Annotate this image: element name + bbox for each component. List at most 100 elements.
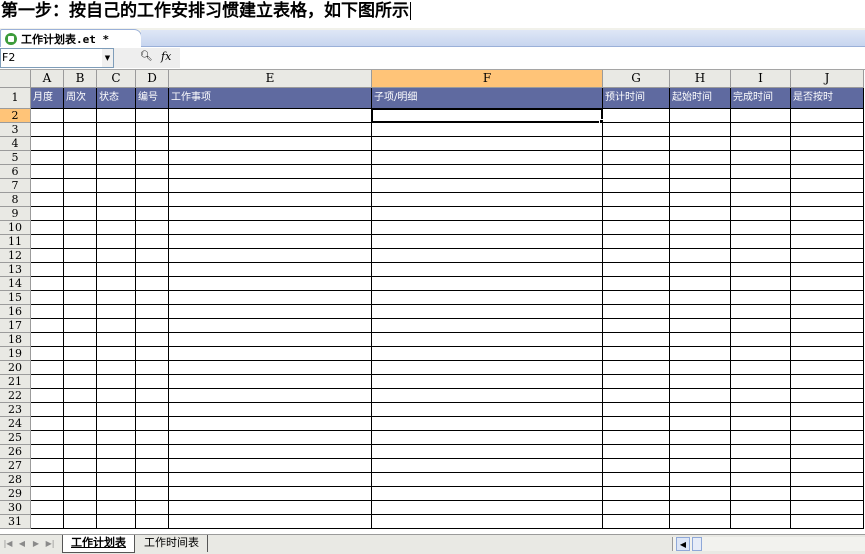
cell-c28[interactable] <box>97 473 136 487</box>
cell-j27[interactable] <box>791 459 864 473</box>
column-header-j[interactable]: J <box>791 70 864 88</box>
cell-g11[interactable] <box>603 235 670 249</box>
cell-e4[interactable] <box>169 137 372 151</box>
scrollbar-thumb[interactable] <box>692 537 702 551</box>
cell-j29[interactable] <box>791 487 864 501</box>
row-header-23[interactable]: 23 <box>0 403 31 417</box>
cell-a25[interactable] <box>31 431 64 445</box>
cell-b8[interactable] <box>64 193 97 207</box>
cell-f24[interactable] <box>372 417 603 431</box>
cell-i26[interactable] <box>731 445 791 459</box>
cell-a17[interactable] <box>31 319 64 333</box>
cell-c22[interactable] <box>97 389 136 403</box>
cell-d29[interactable] <box>136 487 169 501</box>
cell-g22[interactable] <box>603 389 670 403</box>
row-header-25[interactable]: 25 <box>0 431 31 445</box>
cell-a28[interactable] <box>31 473 64 487</box>
row-header-15[interactable]: 15 <box>0 291 31 305</box>
cell-a11[interactable] <box>31 235 64 249</box>
cell-i20[interactable] <box>731 361 791 375</box>
cell-c21[interactable] <box>97 375 136 389</box>
last-sheet-icon[interactable]: ▶| <box>44 538 56 550</box>
cell-g20[interactable] <box>603 361 670 375</box>
cell-d7[interactable] <box>136 179 169 193</box>
cell-h22[interactable] <box>670 389 731 403</box>
cell-g23[interactable] <box>603 403 670 417</box>
cell-f15[interactable] <box>372 291 603 305</box>
cell-a30[interactable] <box>31 501 64 515</box>
cell-g31[interactable] <box>603 515 670 529</box>
cell-b23[interactable] <box>64 403 97 417</box>
cell-j13[interactable] <box>791 263 864 277</box>
cell-i5[interactable] <box>731 151 791 165</box>
column-header-h[interactable]: H <box>670 70 731 88</box>
cell-c31[interactable] <box>97 515 136 529</box>
cell-e29[interactable] <box>169 487 372 501</box>
cell-c27[interactable] <box>97 459 136 473</box>
cell-f30[interactable] <box>372 501 603 515</box>
cell-d30[interactable] <box>136 501 169 515</box>
cell-i22[interactable] <box>731 389 791 403</box>
cell-e15[interactable] <box>169 291 372 305</box>
cell-i13[interactable] <box>731 263 791 277</box>
cell-j2[interactable] <box>791 109 864 123</box>
cell-j30[interactable] <box>791 501 864 515</box>
cell-i21[interactable] <box>731 375 791 389</box>
function-icon[interactable]: fx <box>161 50 175 64</box>
cell-i16[interactable] <box>731 305 791 319</box>
cell-h5[interactable] <box>670 151 731 165</box>
cell-g30[interactable] <box>603 501 670 515</box>
cell-b13[interactable] <box>64 263 97 277</box>
cell-f10[interactable] <box>372 221 603 235</box>
cell-h10[interactable] <box>670 221 731 235</box>
column-header-g[interactable]: G <box>603 70 670 88</box>
cell-h24[interactable] <box>670 417 731 431</box>
formula-input[interactable] <box>181 48 863 68</box>
cell-j14[interactable] <box>791 277 864 291</box>
row-header-28[interactable]: 28 <box>0 473 31 487</box>
cell-f23[interactable] <box>372 403 603 417</box>
cell-j4[interactable] <box>791 137 864 151</box>
cell-i11[interactable] <box>731 235 791 249</box>
cell-g4[interactable] <box>603 137 670 151</box>
cell-f2[interactable] <box>372 109 603 123</box>
cell-g13[interactable] <box>603 263 670 277</box>
cell-j28[interactable] <box>791 473 864 487</box>
cell-b9[interactable] <box>64 207 97 221</box>
cell-c19[interactable] <box>97 347 136 361</box>
cell-g12[interactable] <box>603 249 670 263</box>
cell-j16[interactable] <box>791 305 864 319</box>
cell-b24[interactable] <box>64 417 97 431</box>
column-header-f[interactable]: F <box>372 70 603 88</box>
cell-j19[interactable] <box>791 347 864 361</box>
cell-c18[interactable] <box>97 333 136 347</box>
cell-e21[interactable] <box>169 375 372 389</box>
cell-i25[interactable] <box>731 431 791 445</box>
cell-d22[interactable] <box>136 389 169 403</box>
cell-b21[interactable] <box>64 375 97 389</box>
cell-g29[interactable] <box>603 487 670 501</box>
cell-d12[interactable] <box>136 249 169 263</box>
cell-b31[interactable] <box>64 515 97 529</box>
cell-h2[interactable] <box>670 109 731 123</box>
cell-g5[interactable] <box>603 151 670 165</box>
cell-f18[interactable] <box>372 333 603 347</box>
cell-f28[interactable] <box>372 473 603 487</box>
cell-f11[interactable] <box>372 235 603 249</box>
cell-f22[interactable] <box>372 389 603 403</box>
cell-c9[interactable] <box>97 207 136 221</box>
cell-g24[interactable] <box>603 417 670 431</box>
header-cell-f[interactable]: 子项/明细 <box>372 88 603 109</box>
cell-b30[interactable] <box>64 501 97 515</box>
row-header-20[interactable]: 20 <box>0 361 31 375</box>
cell-e31[interactable] <box>169 515 372 529</box>
cell-c25[interactable] <box>97 431 136 445</box>
cell-g28[interactable] <box>603 473 670 487</box>
cell-d20[interactable] <box>136 361 169 375</box>
cell-j18[interactable] <box>791 333 864 347</box>
cell-j23[interactable] <box>791 403 864 417</box>
cell-e9[interactable] <box>169 207 372 221</box>
cell-c14[interactable] <box>97 277 136 291</box>
cell-b18[interactable] <box>64 333 97 347</box>
cell-e13[interactable] <box>169 263 372 277</box>
